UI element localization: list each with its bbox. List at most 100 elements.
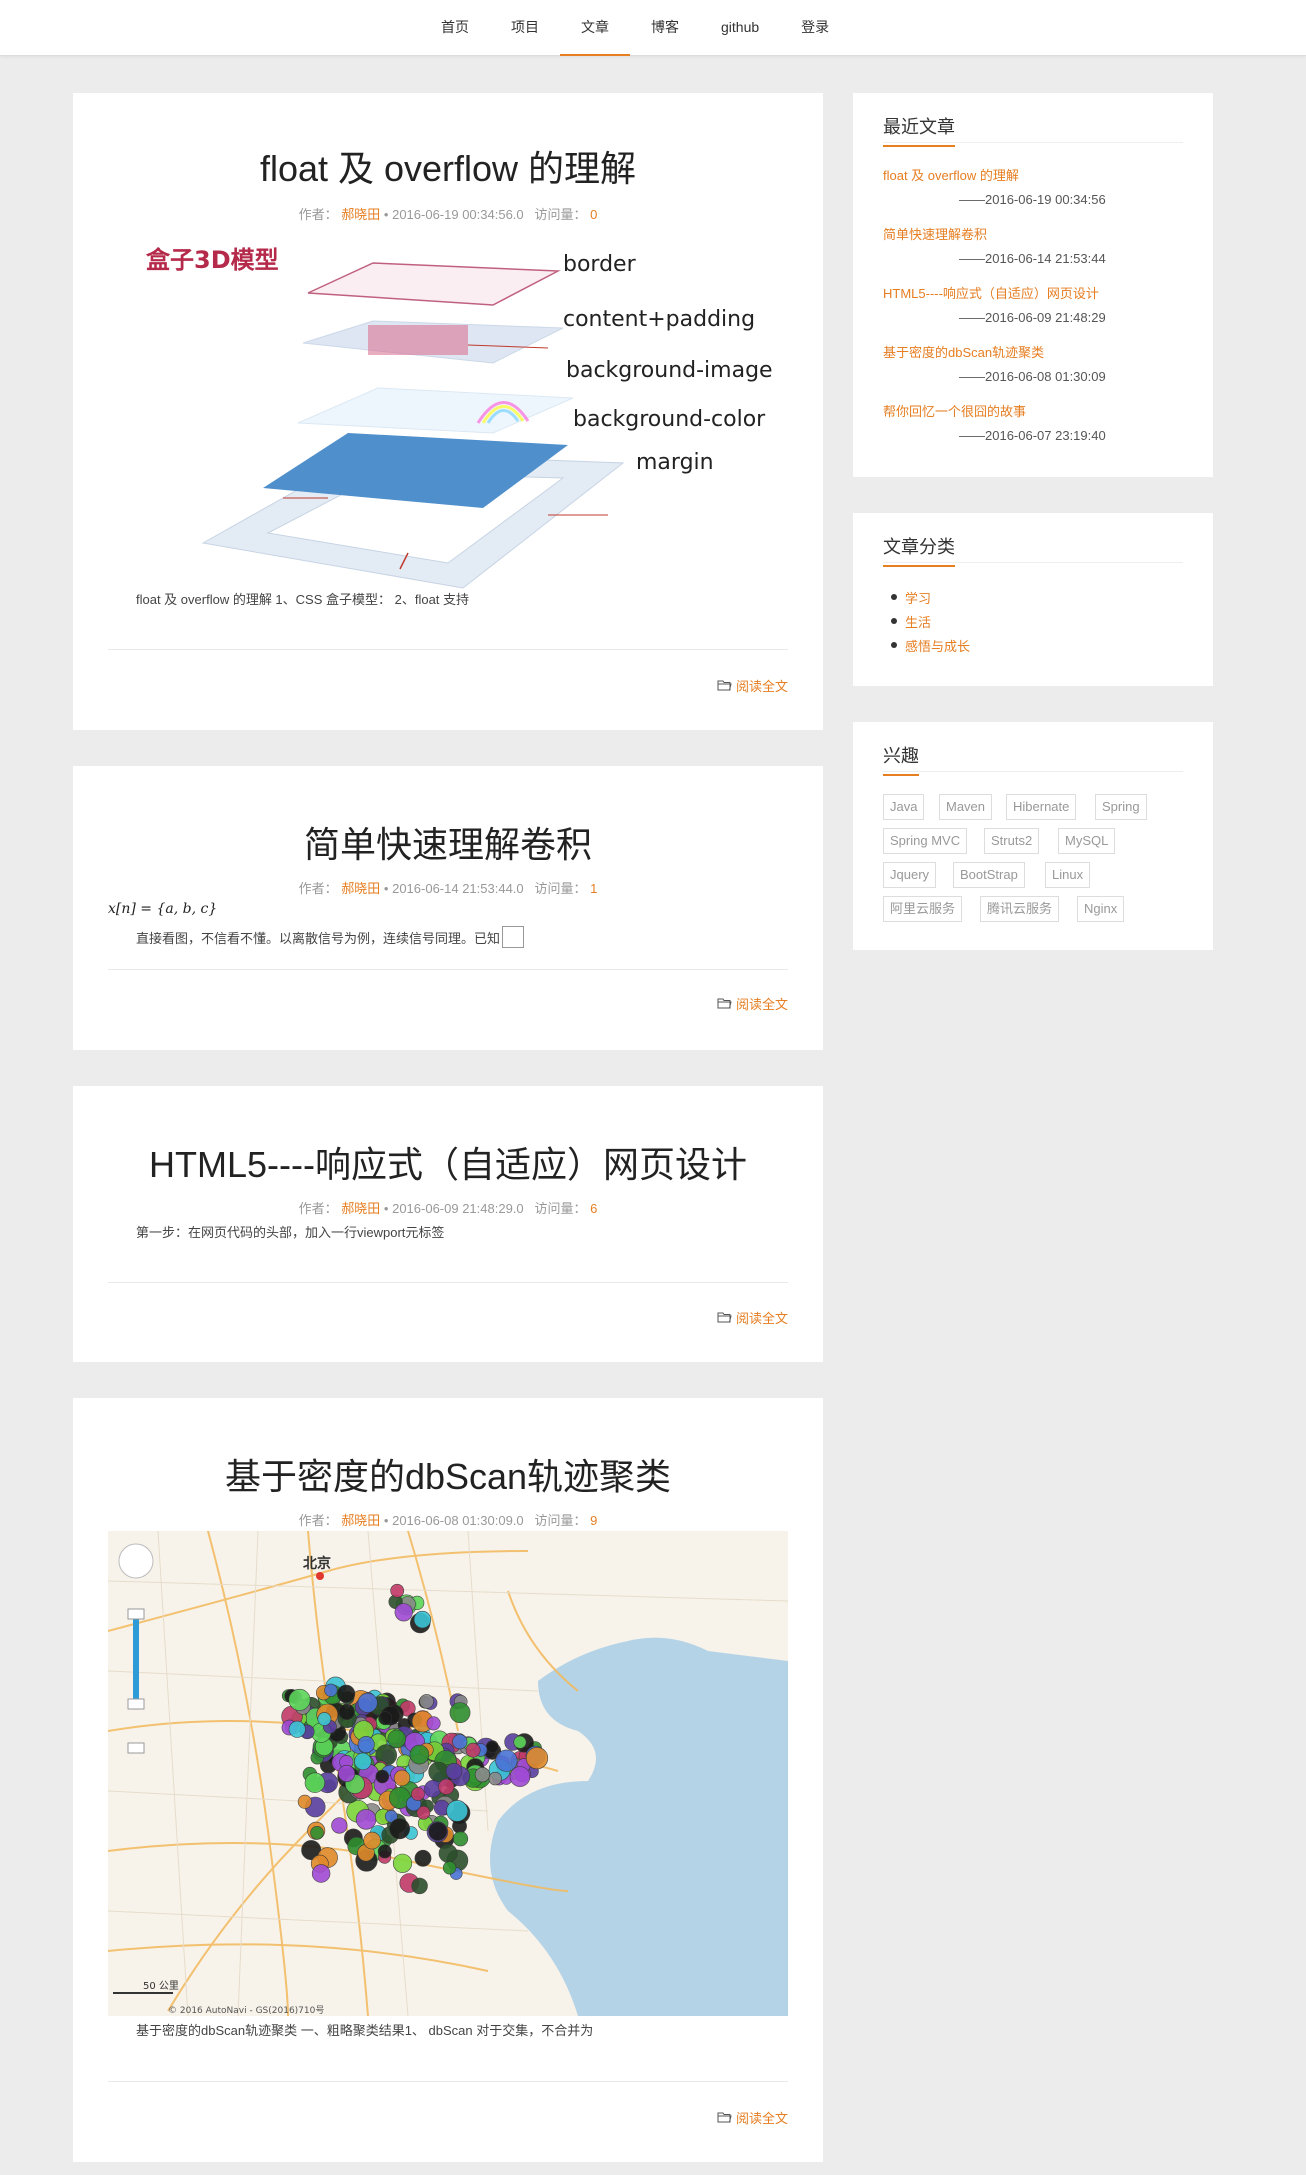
views-count: 9 bbox=[590, 1513, 598, 1528]
nav-blog[interactable]: 博客 bbox=[630, 0, 700, 56]
read-more-label[interactable]: 阅读全文 bbox=[736, 2108, 788, 2127]
cluster-dot bbox=[474, 1767, 491, 1783]
widget-title: 文章分类 bbox=[883, 533, 1183, 567]
post-date: • 2016-06-14 21:53:44.0 bbox=[383, 881, 524, 896]
recent-post-link[interactable]: 简单快速理解卷积 bbox=[883, 224, 1183, 243]
recent-post-item: 简单快速理解卷积 ——2016-06-14 21:53:44 bbox=[883, 224, 1183, 266]
cluster-dot bbox=[452, 1831, 469, 1847]
post-card: float 及 overflow 的理解 作者： 郝晓田 • 2016-06-1… bbox=[73, 93, 823, 730]
views-count: 6 bbox=[590, 1201, 598, 1216]
cluster-dot bbox=[513, 1735, 527, 1749]
cluster-dot bbox=[389, 1818, 411, 1840]
post-title[interactable]: float 及 overflow 的理解 bbox=[73, 140, 823, 192]
recent-post-link[interactable]: 基于密度的dbScan轨迹聚类 bbox=[883, 342, 1183, 361]
read-more-link[interactable]: 阅读全文 bbox=[717, 2108, 788, 2127]
cluster-dot bbox=[387, 1729, 407, 1749]
cluster-dot bbox=[488, 1771, 502, 1786]
author-label: 作者： bbox=[298, 1201, 338, 1216]
post-date: • 2016-06-09 21:48:29.0 bbox=[383, 1201, 524, 1216]
post-card: HTML5----响应式（自适应）网页设计 作者： 郝晓田 • 2016-06-… bbox=[73, 1086, 823, 1362]
views-label: 访问量： bbox=[534, 1513, 587, 1528]
categories-widget: 文章分类 学习 生活 感悟与成长 bbox=[853, 513, 1213, 686]
cluster-dot bbox=[304, 1772, 326, 1793]
recent-post-date: ——2016-06-07 23:19:40 bbox=[959, 428, 1106, 443]
tag[interactable]: Hibernate bbox=[1006, 794, 1077, 820]
tag[interactable]: 阿里云服务 bbox=[883, 896, 963, 922]
cluster-dot bbox=[390, 1583, 405, 1598]
recent-post-date: ——2016-06-14 21:53:44 bbox=[959, 251, 1106, 266]
cluster-dot bbox=[438, 1843, 458, 1863]
map-scale: 50 公里 bbox=[143, 1980, 179, 1992]
cluster-dot bbox=[445, 1762, 463, 1780]
tag[interactable]: MySQL bbox=[1058, 828, 1116, 854]
post-meta: 作者： 郝晓田 • 2016-06-09 21:48:29.0 访问量： 6 bbox=[73, 1198, 823, 1217]
recent-post-link[interactable]: 帮你回忆一个很囧的故事 bbox=[883, 401, 1183, 420]
recent-post-link[interactable]: HTML5----响应式（自适应）网页设计 bbox=[883, 283, 1183, 302]
nav-login[interactable]: 登录 bbox=[780, 0, 850, 56]
post-title[interactable]: 简单快速理解卷积 bbox=[73, 816, 823, 868]
read-more-link[interactable]: 阅读全文 bbox=[717, 994, 788, 1013]
cluster-dot bbox=[414, 1849, 432, 1867]
cluster-dot bbox=[331, 1817, 348, 1834]
cluster-dot bbox=[442, 1861, 457, 1875]
post-meta: 作者： 郝晓田 • 2016-06-19 00:34:56.0 访问量： 0 bbox=[73, 204, 823, 223]
tag[interactable]: BootStrap bbox=[953, 862, 1025, 888]
post-title[interactable]: 基于密度的dbScan轨迹聚类 bbox=[73, 1448, 823, 1500]
recent-post-item: float 及 overflow 的理解 ——2016-06-19 00:34:… bbox=[883, 165, 1183, 207]
recent-post-link[interactable]: float 及 overflow 的理解 bbox=[883, 165, 1183, 184]
formula: x[n] = {a, b, c} bbox=[108, 901, 218, 917]
author-link[interactable]: 郝晓田 bbox=[341, 881, 380, 896]
map-copyright: © 2016 AutoNavi - GS(2016)710号 bbox=[168, 2005, 324, 2016]
divider bbox=[108, 969, 788, 970]
cluster-dot bbox=[438, 1778, 455, 1795]
tag[interactable]: 腾讯云服务 bbox=[980, 896, 1060, 922]
recent-post-item: 帮你回忆一个很囧的故事 ——2016-06-07 23:19:40 bbox=[883, 401, 1183, 443]
cluster-dot bbox=[411, 1877, 428, 1895]
label-background-color: background-color bbox=[573, 407, 766, 432]
read-more-link[interactable]: 阅读全文 bbox=[717, 676, 788, 695]
tag[interactable]: Spring MVC bbox=[883, 828, 968, 854]
author-link[interactable]: 郝晓田 bbox=[341, 207, 380, 222]
cluster-dot bbox=[413, 1610, 432, 1629]
cluster-dot bbox=[428, 1761, 449, 1782]
image-title: 盒子3D模型 bbox=[145, 246, 279, 274]
cluster-dot bbox=[428, 1821, 448, 1841]
cluster-dot bbox=[426, 1716, 441, 1731]
tag[interactable]: Struts2 bbox=[984, 828, 1040, 854]
cluster-dot bbox=[375, 1769, 390, 1784]
read-more-label[interactable]: 阅读全文 bbox=[736, 676, 788, 695]
tag[interactable]: Nginx bbox=[1077, 896, 1125, 922]
category-item[interactable]: 生活 bbox=[891, 609, 970, 633]
read-more-link[interactable]: 阅读全文 bbox=[717, 1308, 788, 1327]
summary-text: 直接看图，不信看不懂。以离散信号为例，连续信号同理。已知 bbox=[136, 930, 501, 946]
tag[interactable]: Java bbox=[883, 794, 925, 820]
author-label: 作者： bbox=[298, 207, 338, 222]
nav-articles[interactable]: 文章 bbox=[560, 0, 630, 56]
bullet-icon bbox=[891, 642, 897, 648]
nav-projects[interactable]: 项目 bbox=[490, 0, 560, 56]
cluster-dot bbox=[509, 1766, 531, 1787]
cluster-dot bbox=[310, 1825, 324, 1840]
author-link[interactable]: 郝晓田 bbox=[341, 1201, 380, 1216]
tag[interactable]: Jquery bbox=[883, 862, 937, 888]
cluster-dot bbox=[446, 1799, 469, 1822]
cluster-dot bbox=[452, 1734, 468, 1750]
category-item[interactable]: 感悟与成长 bbox=[891, 633, 970, 657]
cluster-dot bbox=[378, 1711, 393, 1726]
cluster-dot bbox=[449, 1702, 471, 1724]
nav-home[interactable]: 首页 bbox=[420, 0, 490, 56]
views-count: 1 bbox=[590, 881, 598, 896]
read-more-label[interactable]: 阅读全文 bbox=[736, 1308, 788, 1327]
map-zoom-control[interactable] bbox=[118, 1543, 154, 1754]
tag[interactable]: Spring bbox=[1095, 794, 1147, 820]
cluster-dot bbox=[317, 1712, 332, 1726]
tag[interactable]: Linux bbox=[1045, 862, 1091, 888]
category-item[interactable]: 学习 bbox=[891, 585, 970, 609]
read-more-label[interactable]: 阅读全文 bbox=[736, 994, 788, 1013]
folder-icon bbox=[717, 2112, 732, 2123]
post-title[interactable]: HTML5----响应式（自适应）网页设计 bbox=[73, 1136, 823, 1188]
author-link[interactable]: 郝晓田 bbox=[341, 1513, 380, 1528]
tag[interactable]: Maven bbox=[939, 794, 993, 820]
category-list: 学习 生活 感悟与成长 bbox=[891, 585, 970, 657]
nav-github[interactable]: github bbox=[700, 0, 780, 56]
